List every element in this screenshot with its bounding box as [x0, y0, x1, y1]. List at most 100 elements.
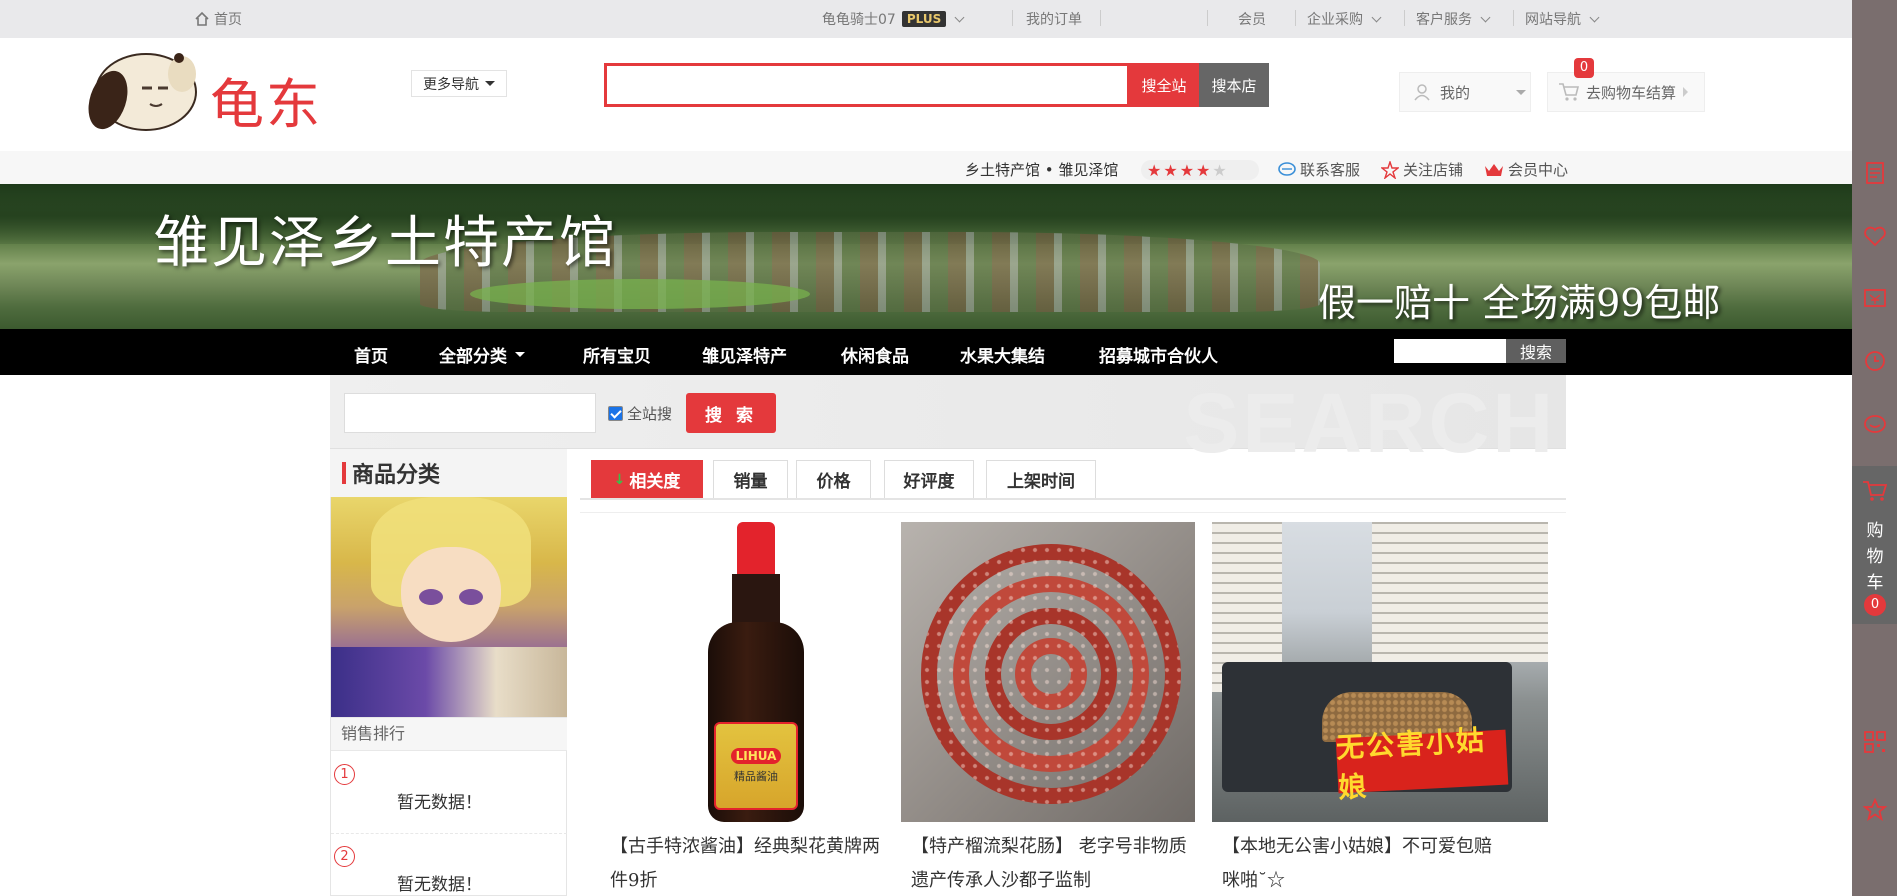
- divider: [1513, 10, 1514, 26]
- shop-nav-label: 首页: [354, 347, 388, 367]
- enterprise-label: 企业采购: [1307, 12, 1363, 28]
- sales-rank-item[interactable]: 1 暂无数据！: [331, 752, 567, 834]
- coupon-icon[interactable]: [1862, 285, 1888, 311]
- vip-center-label: 会员中心: [1508, 161, 1569, 179]
- promo-face: [401, 547, 501, 642]
- cart-icon: [1559, 83, 1580, 101]
- history-icon[interactable]: [1862, 348, 1888, 374]
- logo-text[interactable]: 龟东: [210, 60, 322, 139]
- shop-nav-partners[interactable]: 招募城市合伙人: [1099, 342, 1218, 367]
- enterprise-menu[interactable]: 企业采购: [1307, 9, 1382, 29]
- right-cart-label: 购物车: [1866, 521, 1884, 593]
- shop-nav-label: 全部分类: [439, 347, 507, 367]
- contact-service-label: 联系客服: [1300, 161, 1361, 179]
- member-link[interactable]: 会员: [1238, 9, 1266, 29]
- shop-nav-label: 招募城市合伙人: [1099, 347, 1218, 367]
- shop-nav-all-items[interactable]: 所有宝贝: [583, 342, 651, 367]
- divider: [1012, 10, 1013, 26]
- shop-nav-label: 水果大集结: [960, 347, 1045, 367]
- service-menu[interactable]: 客户服务: [1416, 9, 1491, 29]
- star-icon: ★: [1163, 160, 1178, 180]
- cart-checkout-button[interactable]: 去购物车结算: [1547, 72, 1705, 112]
- shop-nav-home[interactable]: 首页: [354, 342, 388, 367]
- shop-nav-label: 所有宝贝: [583, 347, 651, 367]
- product-title[interactable]: 【特产榴流梨花肠】 老字号非物质遗产传承人沙都子监制: [901, 830, 1191, 896]
- service-label: 客户服务: [1416, 12, 1472, 28]
- right-toolbar-cart[interactable]: 购物车 0: [1852, 466, 1897, 624]
- my-orders-link[interactable]: 我的订单: [1026, 9, 1082, 29]
- divider: [1207, 10, 1208, 26]
- shop-nav-search-button[interactable]: 搜索: [1506, 339, 1566, 363]
- right-toolbar: [1852, 0, 1897, 896]
- banner-slogan: 假一赔十 全场满99包邮: [1318, 281, 1721, 325]
- service-icon[interactable]: [1862, 411, 1888, 437]
- product-card[interactable]: 【特产榴流梨花肠】 老字号非物质遗产传承人沙都子监制: [901, 522, 1195, 896]
- promo-eye: [419, 589, 443, 605]
- sort-tab-rating[interactable]: 好评度: [884, 460, 974, 498]
- cart-checkout-label: 去购物车结算: [1586, 83, 1677, 102]
- chevron-right-icon: [1683, 87, 1689, 97]
- divider: [1295, 10, 1296, 26]
- star-icon: ★: [1147, 160, 1162, 180]
- shop-nav-all-categories[interactable]: 全部分类: [439, 342, 525, 367]
- search-store-button[interactable]: 搜本店: [1199, 63, 1269, 107]
- arrow-down-icon: ↓: [613, 471, 626, 488]
- star-icon[interactable]: [1862, 797, 1888, 823]
- cart-count-badge: 0: [1574, 58, 1594, 78]
- site-nav-menu[interactable]: 网站导航: [1525, 9, 1600, 29]
- site-wide-checkbox[interactable]: 全站搜: [608, 403, 672, 424]
- store-search-button[interactable]: 搜 索: [686, 393, 776, 433]
- building: [1372, 522, 1548, 662]
- my-orders-label: 我的订单: [1026, 12, 1082, 28]
- vip-center-link[interactable]: 会员中心: [1484, 159, 1568, 180]
- shop-nav-search-input[interactable]: [1394, 339, 1506, 363]
- shop-banner: 雏见泽乡土特产馆 假一赔十 全场满99包邮: [0, 184, 1852, 329]
- product-title[interactable]: 【本地无公害小姑娘】不可爱包赔咪啪˘☆: [1212, 830, 1502, 896]
- caret-down-icon: [515, 352, 525, 357]
- product-card[interactable]: 无公害小姑娘 【本地无公害小姑娘】不可爱包赔咪啪˘☆: [1212, 522, 1548, 896]
- shop-info-bar: 乡土特产馆 • 雏见泽馆 ★ ★ ★ ★ ★ 联系客服 关注店铺 会员中心: [0, 151, 1852, 184]
- member-label: 会员: [1238, 12, 1266, 28]
- checkbox-checked-icon[interactable]: [608, 406, 623, 421]
- logo-mascot-icon: [88, 53, 197, 131]
- promo-cloth: [331, 647, 567, 717]
- sales-rank-item[interactable]: 2 暂无数据！: [331, 834, 567, 896]
- bottle-label: LIHUA 精品酱油: [714, 722, 798, 810]
- my-account-label: 我的: [1440, 83, 1471, 102]
- product-image[interactable]: LIHUA 精品酱油: [600, 522, 890, 822]
- home-link[interactable]: 首页: [194, 9, 242, 29]
- caret-down-icon: [485, 81, 495, 86]
- sort-tab-newest[interactable]: 上架时间: [986, 460, 1096, 498]
- shop-nav-fruits[interactable]: 水果大集结: [960, 342, 1045, 367]
- product-image[interactable]: 无公害小姑娘: [1212, 522, 1548, 822]
- product-title[interactable]: 【古手特浓酱油】经典梨花黄牌两件9折: [600, 830, 890, 896]
- sort-tab-price[interactable]: 价格: [796, 460, 871, 498]
- category-title: 商品分类: [330, 449, 567, 497]
- search-all-button[interactable]: 搜全站: [1129, 63, 1199, 107]
- qrcode-icon[interactable]: [1862, 729, 1888, 755]
- shop-nav-specialty[interactable]: 雏见泽特产: [702, 342, 787, 367]
- rank-number: 1: [334, 764, 355, 785]
- shop-nav-snacks[interactable]: 休闲食品: [841, 342, 909, 367]
- follow-store-link[interactable]: 关注店铺: [1381, 159, 1463, 180]
- my-account-dropdown[interactable]: 我的: [1399, 72, 1531, 112]
- user-icon: [1414, 84, 1430, 101]
- user-menu[interactable]: 龟龟骑士07 PLUS: [822, 9, 965, 29]
- star-icon: ★: [1179, 160, 1195, 180]
- heart-icon[interactable]: [1862, 223, 1888, 249]
- shop-rating: ★ ★ ★ ★ ★: [1141, 160, 1259, 180]
- store-search-input[interactable]: [344, 393, 596, 433]
- document-icon[interactable]: [1862, 160, 1888, 186]
- shop-nav-label: 雏见泽特产: [702, 347, 787, 367]
- bottle-brand: LIHUA: [730, 748, 782, 764]
- site-search-input[interactable]: [604, 63, 1130, 107]
- more-nav-dropdown[interactable]: 更多导航: [411, 70, 507, 97]
- sort-tab-sales[interactable]: 销量: [713, 460, 788, 498]
- sort-tab-relevance[interactable]: ↓ 相关度: [591, 460, 703, 498]
- category-promo-image[interactable]: [331, 497, 567, 717]
- product-card[interactable]: LIHUA 精品酱油 【古手特浓酱油】经典梨花黄牌两件9折: [600, 522, 890, 896]
- contact-service-link[interactable]: 联系客服: [1278, 159, 1360, 180]
- sales-rank-title: 销售排行: [331, 717, 567, 751]
- product-image[interactable]: [901, 522, 1195, 822]
- rank-number: 2: [334, 846, 355, 867]
